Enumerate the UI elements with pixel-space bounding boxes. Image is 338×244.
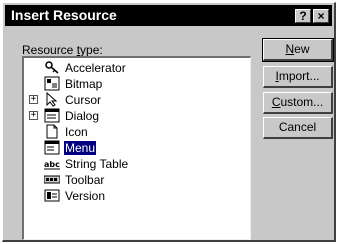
bitmap-icon [44, 76, 60, 91]
tree-item-toolbar[interactable]: Toolbar [24, 172, 249, 188]
accelerator-icon [45, 61, 59, 74]
help-icon: ? [299, 9, 307, 23]
tree-item-label: Toolbar [65, 173, 105, 187]
tree-item-label: Bitmap [65, 77, 103, 91]
tree-item-bitmap[interactable]: Bitmap [24, 76, 249, 92]
expand-plus-icon[interactable]: + [29, 111, 38, 120]
tree-item-cursor[interactable]: + Cursor [24, 92, 249, 108]
expand-plus-icon[interactable]: + [29, 95, 38, 104]
tree-item-icon[interactable]: Icon [24, 124, 249, 140]
tree-item-label: Version [65, 189, 106, 203]
dialog-icon [44, 108, 60, 123]
close-button[interactable]: × [313, 9, 329, 23]
resource-type-tree[interactable]: Accelerator Bitmap + Cursor + Dialog Ico… [22, 56, 251, 240]
dialog-title: Insert Resource [11, 7, 117, 23]
new-button-accel: N [285, 42, 295, 56]
new-button[interactable]: New [262, 38, 334, 62]
tree-item-label: Dialog [65, 109, 100, 123]
toolbar-icon [44, 175, 60, 184]
custom-button[interactable]: Custom... [263, 92, 333, 114]
svg-text:abc: abc [44, 160, 60, 169]
tree-item-label: String Table [65, 157, 129, 171]
resource-type-label: Resource type: [22, 43, 103, 57]
tree-item-label: Icon [65, 125, 88, 139]
version-icon [44, 189, 60, 202]
string-table-icon: abc [44, 160, 60, 170]
insert-resource-dialog: Insert Resource ? × Resource type: Accel… [2, 2, 336, 242]
import-button[interactable]: Import... [263, 66, 333, 88]
resource-type-label-suffix: ype: [80, 43, 103, 57]
tree-item-accelerator[interactable]: Accelerator [24, 60, 249, 76]
tree-item-version[interactable]: Version [24, 188, 249, 204]
resource-type-label-prefix: Resource [22, 43, 77, 57]
close-icon: × [317, 9, 325, 23]
icon-resource-icon [46, 124, 58, 139]
tree-item-string-table[interactable]: abc String Table [24, 156, 249, 172]
cancel-button[interactable]: Cancel [263, 117, 333, 139]
tree-item-dialog[interactable]: + Dialog [24, 108, 249, 124]
title-bar[interactable]: Insert Resource ? × [5, 5, 332, 26]
menu-icon [44, 140, 60, 155]
help-button[interactable]: ? [295, 9, 311, 23]
custom-button-label: ustom... [280, 95, 324, 109]
tree-item-label: Accelerator [65, 61, 126, 75]
new-button-label: ew [294, 42, 310, 56]
cursor-icon [46, 92, 58, 107]
tree-item-label: Cursor [65, 93, 102, 107]
tree-item-menu[interactable]: Menu [24, 140, 249, 156]
import-button-label: mport... [278, 69, 320, 83]
tree-item-label: Menu [62, 140, 98, 156]
